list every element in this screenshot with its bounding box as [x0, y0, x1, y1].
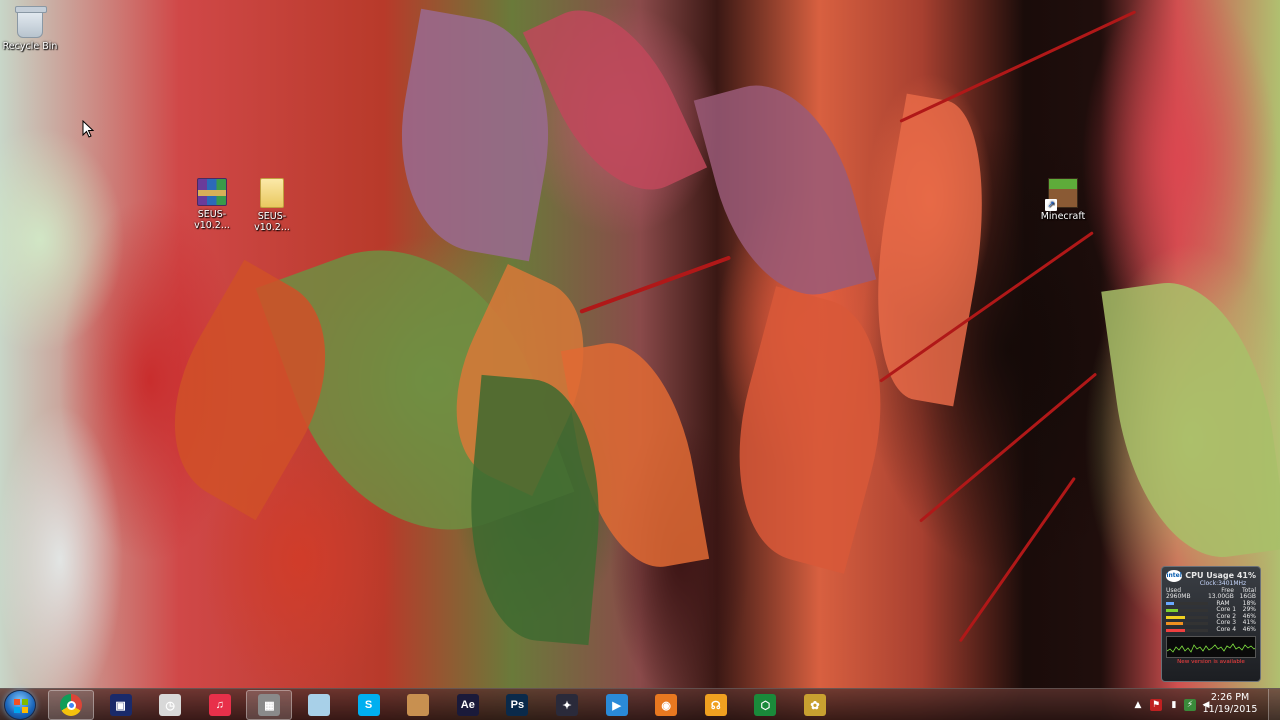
usage-bar — [1166, 628, 1208, 632]
mouse-cursor-icon — [82, 120, 94, 138]
desktop-icon-label: Minecraft — [1040, 211, 1086, 222]
music-icon: ♫ — [208, 694, 231, 716]
desktop-icon-seus-folder[interactable]: SEUS-v10.2... — [242, 178, 302, 233]
terminal-icon: ▣ — [109, 694, 132, 716]
memory-table: Used Free Total 2960MB 13.00GB 16GB — [1166, 587, 1256, 601]
taskbar-icon-glyph: ▶ — [612, 699, 621, 712]
recycle-bin-icon — [15, 6, 47, 38]
new-version-notice[interactable]: New version is available — [1166, 659, 1256, 667]
taskbar-item-after-effects[interactable]: Ae — [445, 690, 491, 720]
after-effects-icon: Ae — [456, 694, 479, 716]
cpu-history-graph — [1166, 635, 1256, 658]
box-icon — [407, 694, 430, 716]
usage-bar — [1166, 615, 1208, 619]
cpu-history-line — [1167, 642, 1255, 653]
taskbar-item-green-app[interactable]: ⬡ — [742, 690, 788, 720]
taskbar: ▣ ◷ ♫ ▦ S Ae Ps ✦ ▶ ◉ ☊ ⬡ ✿ ▲ ⚑ ▮ ⚡ ◀ 2:26 PM 11/19/… — [0, 688, 1280, 720]
desktop-icon-seus-archive[interactable]: SEUS-v10.2... — [182, 178, 242, 231]
cpu-usage-value: 41% — [1236, 571, 1256, 581]
clock-time: 2:26 PM — [1210, 692, 1250, 703]
desktop-icon-label: SEUS-v10.2... — [194, 209, 230, 231]
taskbar-item-clock-app[interactable]: ◷ — [147, 690, 193, 720]
taskbar-item-photoshop[interactable]: Ps — [494, 690, 540, 720]
play-icon: ▶ — [605, 694, 628, 716]
clock-icon: ◷ — [159, 694, 182, 716]
pineapple-icon: ✿ — [804, 694, 826, 716]
desktop-icon-minecraft[interactable]: Minecraft — [1033, 178, 1093, 222]
network-icon[interactable]: ▮ — [1168, 699, 1180, 711]
usage-bar — [1166, 609, 1208, 613]
cpu-usage-gadget[interactable]: intel CPU Usage 41% Clock:3401MHz Used F… — [1161, 566, 1261, 682]
windows-logo-icon — [14, 699, 28, 713]
usage-row: Core 4 46% — [1166, 626, 1256, 634]
taskbar-icon-glyph: ♫ — [215, 699, 224, 711]
folder-icon — [260, 178, 284, 208]
blender-icon: ◉ — [655, 694, 678, 716]
taskbar-icon-glyph: ◷ — [165, 699, 175, 712]
taskbar-item-video-editor[interactable]: ✦ — [544, 690, 590, 720]
mem-used: 2960MB — [1166, 593, 1191, 601]
desktop-icon-label: Recycle Bin — [2, 41, 58, 52]
usage-value: 46% — [1242, 626, 1256, 634]
system-tray: ▲ ⚑ ▮ ⚡ ◀ 2:26 PM 11/19/2015 — [1100, 689, 1280, 720]
winrar-archive-icon — [197, 178, 227, 206]
taskbar-item-headphones-app[interactable]: ☊ — [693, 690, 739, 720]
chrome-icon — [60, 694, 82, 716]
taskbar-item-skype[interactable]: S — [346, 690, 392, 720]
flag-icon[interactable]: ⚑ — [1150, 699, 1162, 711]
taskbar-item-media-player[interactable]: ▶ — [594, 690, 640, 720]
taskbar-clock[interactable]: 2:26 PM 11/19/2015 — [1202, 692, 1258, 716]
taskbar-item-itunes[interactable]: ♫ — [197, 690, 243, 720]
taskbar-item-chrome[interactable] — [48, 690, 94, 720]
taskbar-item-minecraft-launcher[interactable]: ▦ — [246, 690, 293, 720]
usage-bar — [1166, 602, 1208, 606]
usage-label: Core 4 — [1216, 626, 1237, 634]
taskbar-icon-glyph: ▦ — [264, 699, 275, 712]
taskbar-icon-glyph: ▣ — [115, 699, 126, 712]
start-button[interactable] — [4, 690, 36, 720]
desktop-icon-recycle-bin[interactable]: Recycle Bin — [0, 6, 60, 52]
hexagon-icon: ⬡ — [754, 694, 777, 716]
taskbar-icon-glyph: ◉ — [661, 699, 671, 712]
gadget-title: CPU Usage 41% — [1185, 571, 1256, 581]
taskbar-icon-glyph: S — [364, 699, 373, 711]
desktop-wallpaper — [0, 0, 1280, 720]
taskbar-item-blender[interactable]: ◉ — [643, 690, 689, 720]
taskbar-icon-glyph: ✦ — [562, 699, 572, 712]
photoshop-icon: Ps — [506, 694, 529, 716]
usage-bar — [1166, 622, 1208, 626]
taskbar-icon-glyph: Ps — [510, 699, 525, 711]
taskbar-icon-glyph: Ae — [460, 699, 475, 711]
show-hidden-icons-icon[interactable]: ▲ — [1132, 699, 1144, 711]
taskbar-item-cmd[interactable]: ▣ — [98, 690, 144, 720]
headphones-icon: ☊ — [704, 694, 727, 716]
taskbar-icon-glyph: ☊ — [710, 699, 721, 712]
show-desktop-button[interactable] — [1268, 689, 1280, 720]
taskbar-item-notepad[interactable] — [296, 690, 342, 720]
intel-logo: intel — [1166, 570, 1183, 582]
clock-date: 11/19/2015 — [1202, 704, 1258, 715]
desktop-icon-label: SEUS-v10.2... — [254, 211, 290, 233]
power-icon[interactable]: ⚡ — [1184, 699, 1196, 711]
film-icon: ✦ — [556, 694, 578, 716]
taskbar-item-pineapple-app[interactable]: ✿ — [792, 690, 838, 720]
minecraft-icon — [1045, 178, 1078, 211]
skype-icon: S — [357, 694, 380, 716]
taskbar-icon-glyph: ✿ — [810, 699, 820, 712]
taskbar-icon-glyph: ⬡ — [760, 699, 771, 712]
usage-table: RAM 18% Core 1 29% Core 2 46% Core 3 41% Core 44… — [1166, 600, 1256, 634]
taskbar-item-package[interactable] — [395, 690, 441, 720]
notepad-icon — [308, 694, 330, 716]
window-app-icon: ▦ — [258, 694, 281, 716]
